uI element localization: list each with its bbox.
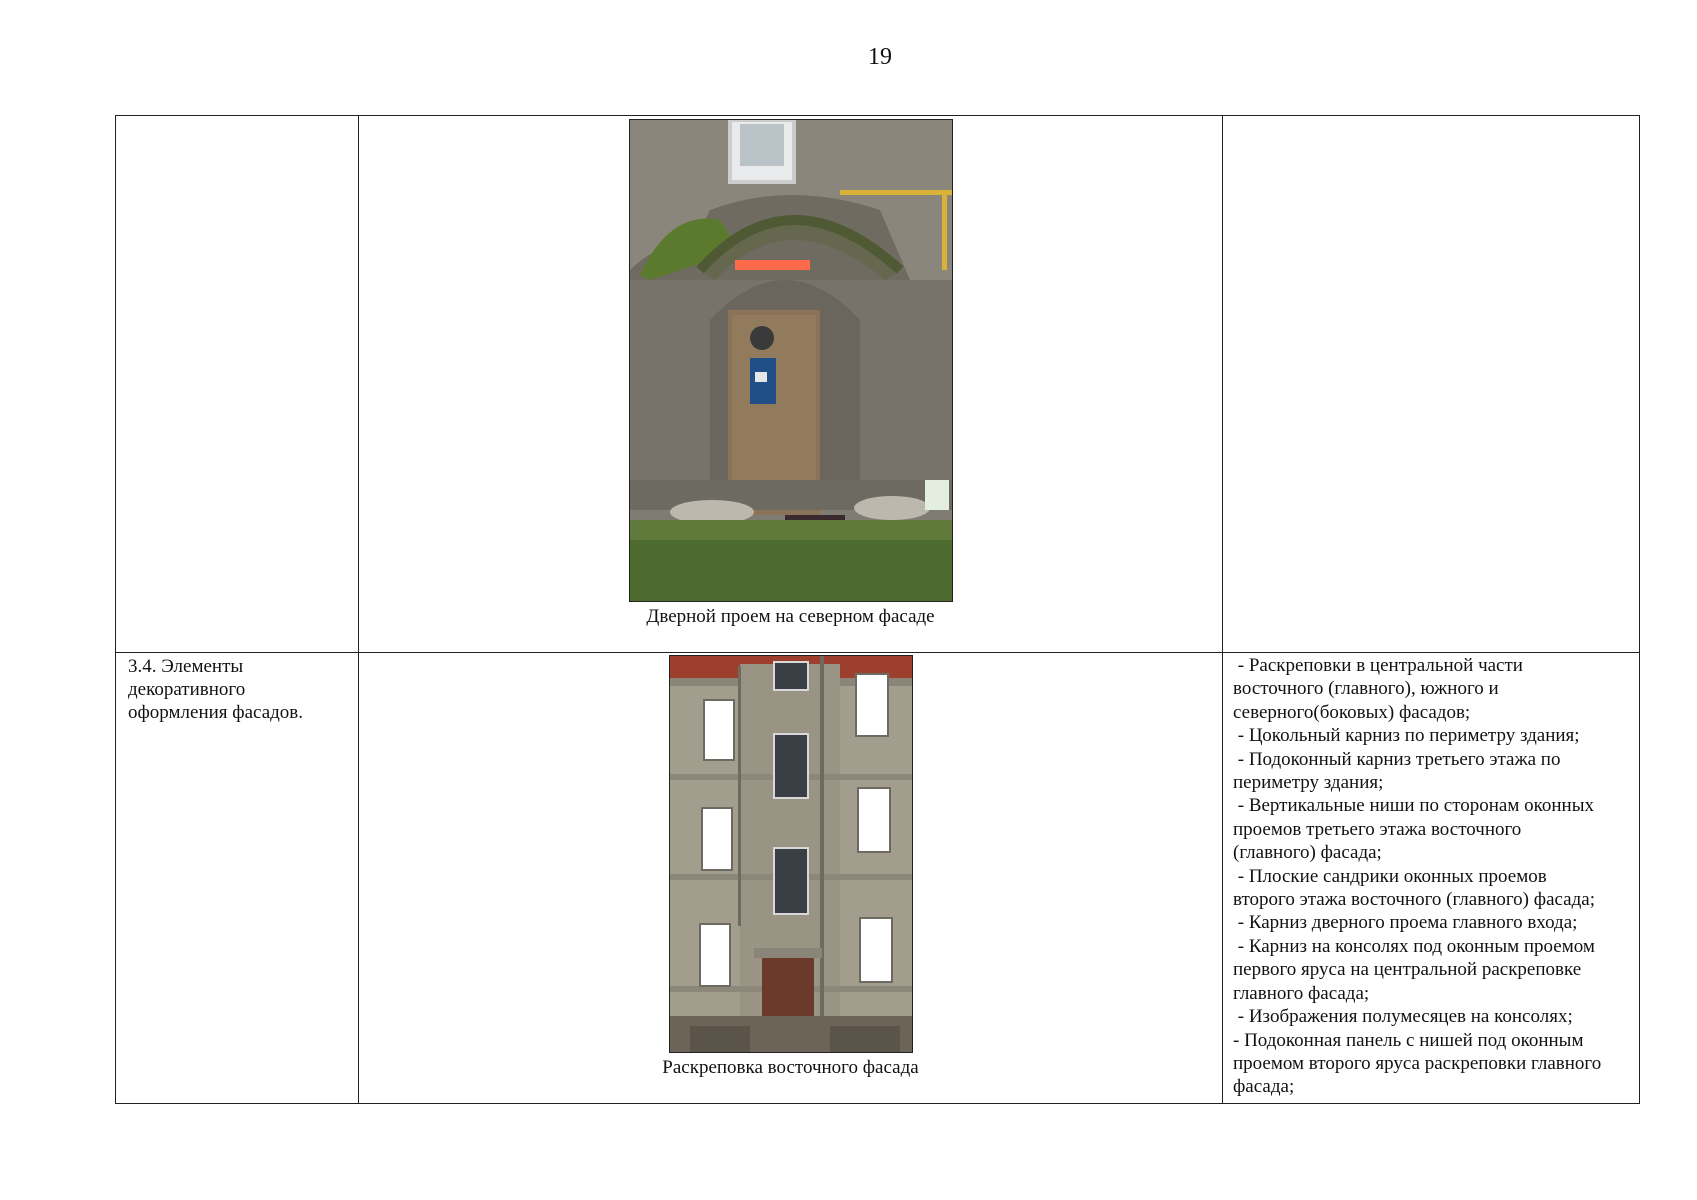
doorway-photo xyxy=(628,119,953,602)
note-line: - Подоконная панель с нишей под оконным xyxy=(1233,1029,1584,1051)
note-line: северного(боковых) фасадов; xyxy=(1233,701,1471,723)
table-row: Дверной проем на северном фасаде xyxy=(115,115,1640,653)
note-line: - Раскреповки в центральной части xyxy=(1233,655,1523,676)
note-line: второго этажа восточного (главного) фаса… xyxy=(1233,889,1595,911)
note-line: - Изображения полумесяцев на консолях; xyxy=(1233,1006,1573,1028)
note-line: - Карниз на консолях под оконным проемом xyxy=(1233,935,1595,957)
note-line: - Плоские сандрики оконных проемов xyxy=(1233,865,1547,887)
note-line: проемом второго яруса раскреповки главно… xyxy=(1233,1052,1602,1074)
note-line: - Карниз дверного проема главного входа; xyxy=(1233,912,1578,934)
notes-cell: - Раскреповки в центральной части восточн… xyxy=(1222,652,1640,1104)
element-name-text: 3.4. Элементы декоративного оформления ф… xyxy=(128,656,304,723)
note-line: фасада; xyxy=(1233,1076,1295,1098)
note-line: - Цокольный карниз по периметру здания; xyxy=(1233,725,1580,747)
note-line: главного фасада; xyxy=(1233,982,1370,1004)
note-line: первого яруса на центральной раскреповке xyxy=(1233,959,1582,981)
element-name-cell xyxy=(115,115,359,653)
note-line: - Подоконный карниз третьего этажа по xyxy=(1233,748,1561,770)
table-row: 3.4. Элементы декоративного оформления ф… xyxy=(115,652,1640,1104)
note-line: (главного) фасада; xyxy=(1233,842,1382,864)
note-line: восточного (главного), южного и xyxy=(1233,678,1499,700)
east-facade-photo xyxy=(668,655,913,1053)
photo-caption: Раскреповка восточного фасада xyxy=(662,1057,919,1078)
page-number: 19 xyxy=(868,44,892,70)
note-line: проемов третьего этажа восточного xyxy=(1233,818,1522,840)
facade-elements-table: Дверной проем на северном фасаде 3.4. Эл… xyxy=(115,115,1640,1104)
notes-list: - Раскреповки в центральной части восточн… xyxy=(1233,654,1631,1099)
note-line: периметру здания; xyxy=(1233,772,1384,794)
photo-cell: Раскреповка восточного фасада xyxy=(358,652,1223,1104)
photo-caption: Дверной проем на северном фасаде xyxy=(646,606,935,627)
notes-cell xyxy=(1222,115,1640,653)
photo-cell: Дверной проем на северном фасаде xyxy=(358,115,1223,653)
note-line: - Вертикальные ниши по сторонам оконных xyxy=(1233,795,1594,817)
element-name-cell: 3.4. Элементы декоративного оформления ф… xyxy=(115,652,359,1104)
